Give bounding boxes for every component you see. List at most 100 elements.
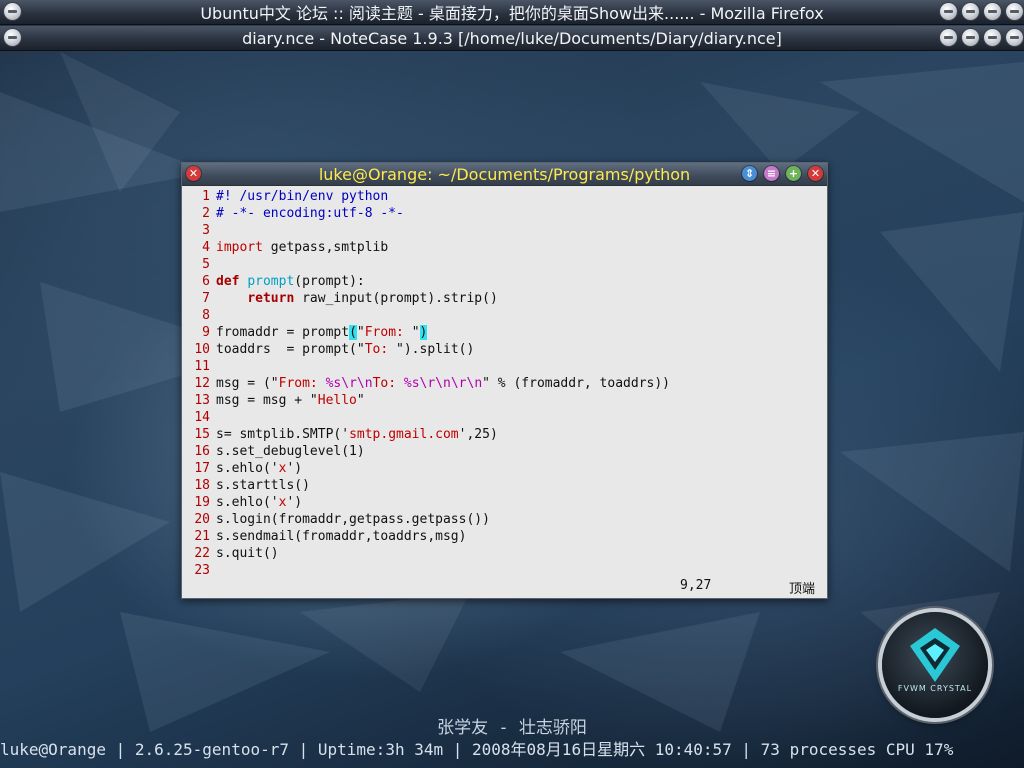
window-menu-icon[interactable] (4, 29, 21, 46)
code-line[interactable]: 19 s.ehlo('x') (182, 494, 827, 511)
code-token: ").split() (396, 342, 475, 357)
notecase-window-title: diary.nce - NoteCase 1.9.3 [/home/luke/D… (242, 28, 782, 48)
cursor-position: 9,27 (680, 578, 712, 593)
code-line[interactable]: 4 import getpass,smtplib (182, 239, 827, 256)
code-line[interactable]: 16 s.set_debuglevel(1) (182, 443, 827, 460)
window-close-icon[interactable] (1006, 29, 1023, 46)
code-line[interactable]: 9 fromaddr = prompt("From: ") (182, 324, 827, 341)
close-icon[interactable]: ✕ (808, 166, 823, 181)
code-line[interactable]: 12 msg = ("From: %s\r\nTo: %s\r\n\r\n" % … (182, 375, 827, 392)
notecase-window-titlebar[interactable]: diary.nce - NoteCase 1.9.3 [/home/luke/D… (0, 26, 1024, 51)
scroll-icon[interactable]: ⇕ (742, 166, 757, 181)
line-content: s.ehlo('x') (216, 460, 302, 477)
line-number: 8 (202, 308, 210, 323)
code-line[interactable]: 20 s.login(fromaddr,getpass.getpass()) (182, 511, 827, 528)
line-content: #! /usr/bin/env python (216, 188, 388, 205)
code-token: msg = (" (216, 376, 279, 391)
code-token: s.ehlo(' (216, 461, 279, 476)
vim-status-line: 9,27 顶端 (182, 578, 827, 597)
code-token: ') (286, 495, 303, 510)
window-maximize-icon[interactable] (984, 3, 1001, 20)
line-number: 14 (194, 410, 210, 425)
vim-editor-buffer[interactable]: 1 #! /usr/bin/env python 2 # -*- encoding:u… (182, 188, 827, 579)
code-token: (prompt): (294, 274, 365, 289)
line-content: s= smtplib.SMTP('smtp.gmail.com',25) (216, 426, 498, 443)
line-number: 23 (194, 563, 210, 578)
code-line[interactable]: 23 (182, 562, 827, 579)
line-number: 6 (202, 274, 210, 289)
line-content: return raw_input(prompt).strip() (216, 290, 498, 307)
code-token: " (356, 325, 365, 340)
code-line[interactable]: 10 toaddrs = prompt("To: ").split() (182, 341, 827, 358)
window-minimize-icon[interactable] (962, 29, 979, 46)
code-token: s= smtplib.SMTP(' (216, 427, 350, 442)
code-token: s.set_debuglevel(1) (216, 444, 365, 459)
code-line[interactable]: 22 s.quit() (182, 545, 827, 562)
line-number: 20 (194, 512, 210, 527)
code-token: " (356, 393, 365, 408)
maximize-icon[interactable]: + (786, 166, 801, 181)
code-token: Hello (317, 393, 357, 408)
code-token: s.starttls() (216, 478, 310, 493)
code-token: %s\r\n (325, 376, 373, 391)
window-shade-icon[interactable] (940, 29, 957, 46)
close-icon[interactable]: ✕ (186, 166, 201, 181)
code-token: %s\r\n\r\n (403, 376, 483, 391)
line-number: 12 (194, 376, 210, 391)
code-token: s.ehlo(' (216, 495, 279, 510)
window-minimize-icon[interactable] (962, 3, 979, 20)
code-line[interactable]: 8 (182, 307, 827, 324)
code-line[interactable]: 5 (182, 256, 827, 273)
code-token: raw_input(prompt).strip() (294, 291, 498, 306)
now-playing-song: 张学友 - 壮志骄阳 (437, 718, 587, 738)
line-number: 10 (194, 342, 210, 357)
code-token: " % (fromaddr, toaddrs)) (482, 376, 670, 391)
line-content: fromaddr = prompt("From: ") (216, 324, 428, 341)
window-maximize-icon[interactable] (984, 29, 1001, 46)
code-line[interactable]: 1 #! /usr/bin/env python (182, 188, 827, 205)
terminal-titlebar[interactable]: ✕ luke@Orange: ~/Documents/Programs/pyth… (182, 163, 827, 186)
code-line[interactable]: 6 def prompt(prompt): (182, 273, 827, 290)
line-number: 1 (202, 189, 210, 204)
line-number: 17 (194, 461, 210, 476)
code-line[interactable]: 11 (182, 358, 827, 375)
code-token: From: (278, 376, 326, 391)
line-content: import getpass,smtplib (216, 239, 388, 256)
logo-text: FVWM CRYSTAL (897, 684, 973, 693)
window-menu-icon[interactable] (4, 3, 21, 20)
line-content: msg = ("From: %s\r\nTo: %s\r\n\r\n" % (f… (216, 375, 670, 392)
line-content: s.login(fromaddr,getpass.getpass()) (216, 511, 490, 528)
code-line[interactable]: 3 (182, 222, 827, 239)
code-line[interactable]: 14 (182, 409, 827, 426)
window-shade-icon[interactable] (940, 3, 957, 20)
code-line[interactable]: 18 s.starttls() (182, 477, 827, 494)
firefox-window-title: Ubuntu中文 论坛 :: 阅读主题 - 桌面接力，把你的桌面Show出来..… (200, 4, 824, 23)
line-number: 13 (194, 393, 210, 408)
code-token: From: (364, 325, 412, 340)
code-line[interactable]: 7 return raw_input(prompt).strip() (182, 290, 827, 307)
line-number: 22 (194, 546, 210, 561)
line-number: 9 (202, 325, 210, 340)
line-content: s.ehlo('x') (216, 494, 302, 511)
code-line[interactable]: 13 msg = msg + "Hello" (182, 392, 827, 409)
line-number: 4 (202, 240, 210, 255)
scroll-position: 顶端 (788, 582, 815, 597)
code-line[interactable]: 17 s.ehlo('x') (182, 460, 827, 477)
code-line[interactable]: 2 # -*- encoding:utf-8 -*- (182, 205, 827, 222)
terminal-title: luke@Orange: ~/Documents/Programs/python (318, 164, 691, 184)
code-token: msg = msg + " (216, 393, 318, 408)
terminal-window[interactable]: ✕ luke@Orange: ~/Documents/Programs/pyth… (181, 162, 828, 599)
line-number: 2 (202, 206, 210, 221)
code-token: s.login(fromaddr,getpass.getpass()) (216, 512, 490, 527)
code-line[interactable]: 21 s.sendmail(fromaddr,toaddrs,msg) (182, 528, 827, 545)
shade-icon[interactable]: ≡ (764, 166, 779, 181)
firefox-window-titlebar[interactable]: Ubuntu中文 论坛 :: 阅读主题 - 桌面接力，把你的桌面Show出来..… (0, 0, 1024, 25)
code-token: def (216, 274, 240, 289)
line-content: # -*- encoding:utf-8 -*- (216, 205, 404, 222)
code-line[interactable]: 15 s= smtplib.SMTP('smtp.gmail.com',25) (182, 426, 827, 443)
window-close-icon[interactable] (1006, 3, 1023, 20)
crystal-icon (910, 628, 960, 682)
line-number: 16 (194, 444, 210, 459)
line-content: s.quit() (216, 545, 279, 562)
